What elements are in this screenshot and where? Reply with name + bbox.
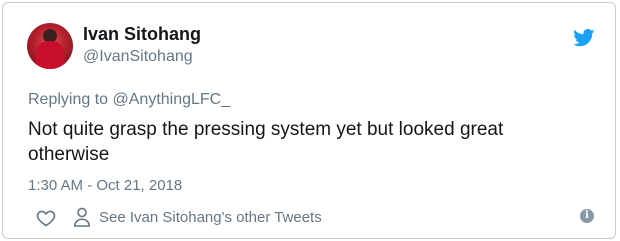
tweet-card: Ivan Sitohang @IvanSitohang Replying to … (2, 2, 616, 239)
info-icon[interactable]: i (580, 209, 594, 223)
person-icon (73, 207, 91, 227)
replying-prefix: Replying to (28, 91, 113, 108)
heart-icon[interactable] (36, 208, 56, 228)
tweet-text: Not quite grasp the pressing system yet … (28, 119, 504, 165)
twitter-bird-icon[interactable] (573, 29, 595, 47)
author-name[interactable]: Ivan Sitohang (83, 24, 201, 45)
tweet-timestamp[interactable]: 1:30 AM - Oct 21, 2018 (28, 177, 182, 194)
avatar-shirt (36, 41, 64, 69)
avatar[interactable] (27, 23, 73, 69)
replying-to: Replying to @AnythingLFC_ (28, 91, 230, 109)
reply-mention-link[interactable]: @AnythingLFC_ (113, 91, 231, 108)
see-other-tweets-link[interactable]: See Ivan Sitohang's other Tweets (99, 209, 322, 226)
author-handle[interactable]: @IvanSitohang (83, 48, 193, 66)
